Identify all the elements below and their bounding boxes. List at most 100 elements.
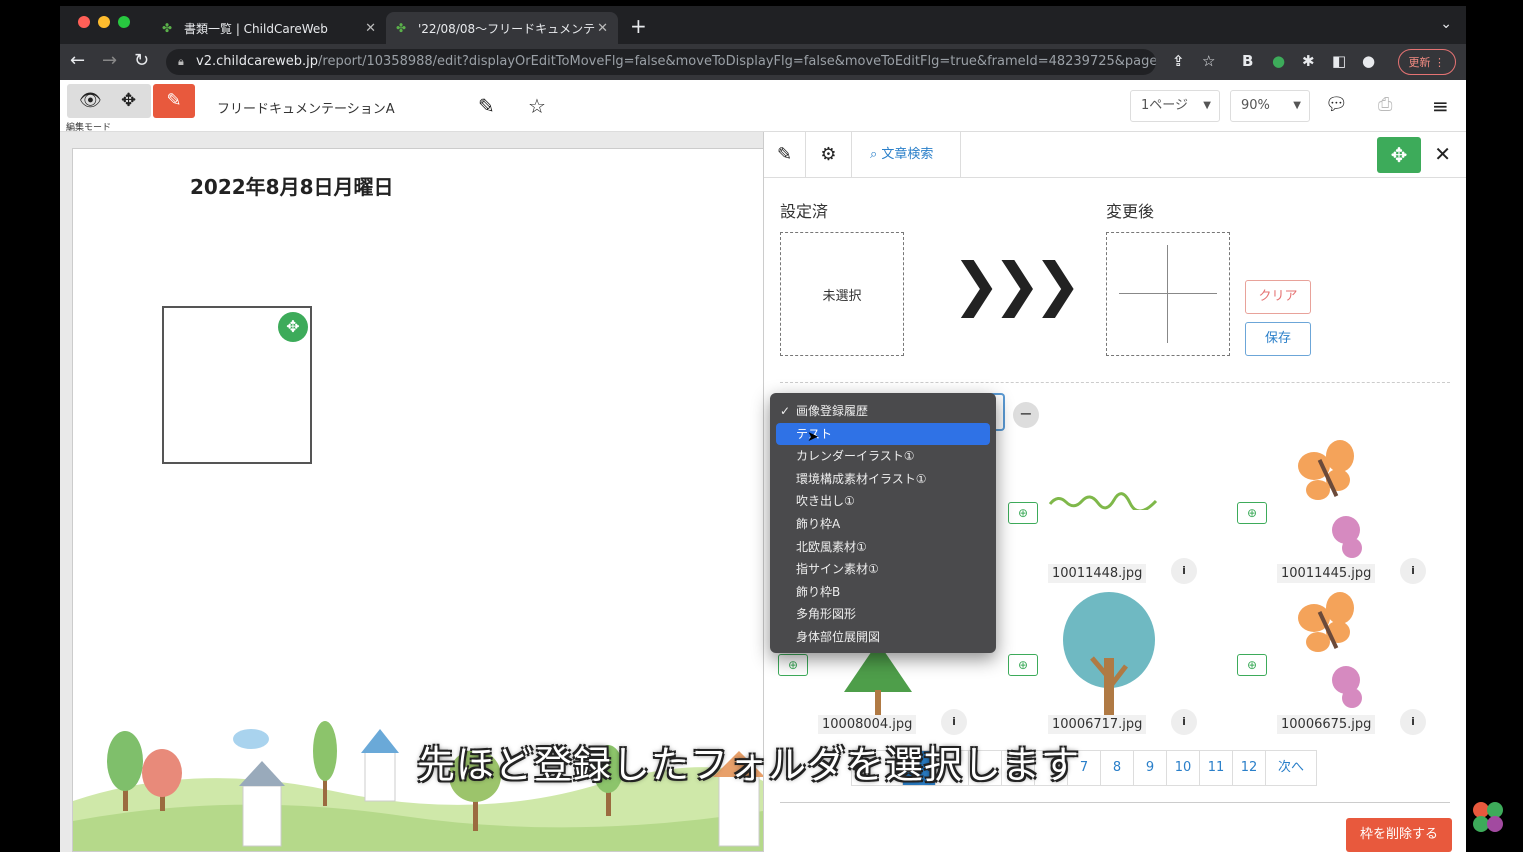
dropdown-option[interactable]: ✓ 画像登録履歴 [770,400,996,423]
add-image-icon[interactable]: ⊕ [1237,502,1267,524]
dropdown-option[interactable]: カレンダーイラスト① [770,445,996,468]
favorite-star-icon[interactable]: ☆ [528,94,546,118]
close-window-button[interactable] [78,16,90,28]
page-button-8[interactable]: 8 [1100,750,1134,786]
new-tab-button[interactable]: + [630,14,647,38]
butterfly-image[interactable] [1294,438,1384,568]
page-select[interactable]: 1ページ ▼ [1130,90,1220,122]
next-page-button[interactable]: 次へ [1265,750,1317,786]
delete-frame-button[interactable]: 枠を削除する [1346,818,1452,852]
image-filename: 10008004.jpg [818,715,917,734]
bookmark-star-icon[interactable]: ☆ [1202,52,1215,70]
app-toolbar: 👁︎ ✥ ✎ 編集モード フリードキュメンテーションA ✎ ☆ 1ページ ▼ 90… [60,80,1466,133]
close-tab-icon[interactable]: ✕ [597,21,608,36]
update-button[interactable]: 更新 ⋮ [1397,49,1456,75]
video-subtitle: 先ほど登録したフォルダを選択します [417,743,1081,787]
image-info-button[interactable]: i [941,709,967,735]
image-info-button[interactable]: i [1171,709,1197,735]
dropdown-option[interactable]: 身体部位展開図 [770,626,996,649]
image-info-button[interactable]: i [1400,709,1426,735]
dropdown-option[interactable]: 指サイン素材① [770,558,996,581]
edit-note-icon[interactable]: ✎ [764,132,806,178]
save-button[interactable]: 保存 [1245,322,1311,356]
close-tab-icon[interactable]: ✕ [365,21,376,36]
browser-tab-2[interactable]: ✤ '22/08/08〜フリードキュメンテ ✕ [386,12,618,44]
configured-label: 設定済 [780,202,829,221]
clover-logo-icon [1473,802,1503,832]
share-icon[interactable]: ⇪ [1172,52,1185,70]
back-arrow-icon[interactable]: ← [70,50,85,71]
settings-gear-icon[interactable]: ⚙ [806,132,852,178]
move-arrows-icon[interactable]: ✥ [121,90,136,111]
reload-icon[interactable]: ↻ [134,50,149,71]
extension-b-icon[interactable]: B [1242,52,1253,70]
image-info-button[interactable]: i [1171,558,1197,584]
extension-green-icon[interactable]: ● [1272,52,1285,70]
mouse-cursor-icon: ➤ [807,429,819,445]
comment-icon[interactable]: 💬︎ [1325,94,1348,115]
option-label: 画像登録履歴 [796,404,869,418]
collapse-minus-button[interactable]: − [1013,402,1039,428]
current-image-box: 未選択 [780,232,904,356]
minimize-window-button[interactable] [98,16,110,28]
text-search-button[interactable]: ⌕ 文章検索 [870,132,933,178]
image-info-button[interactable]: i [1400,558,1426,584]
tree-image[interactable] [1054,588,1164,716]
print-icon[interactable]: ⎙ [1378,94,1392,115]
pine-tree-image[interactable] [838,642,918,718]
dropdown-option[interactable]: 北欧風素材① [770,536,996,559]
search-icon: ⌕ [870,147,878,162]
add-image-icon[interactable]: ⊕ [778,654,808,676]
move-panel-button[interactable]: ✥ [1377,137,1421,173]
tab-list-chevron-icon[interactable]: ⌄ [1440,16,1452,32]
grass-border-image[interactable] [1048,492,1158,510]
url-field[interactable]: 🔒︎ v2.childcareweb.jp/report/10358988/ed… [166,49,1156,75]
rename-pencil-icon[interactable]: ✎ [478,94,495,118]
header-divider [960,132,961,178]
add-image-icon[interactable]: ⊕ [1237,654,1267,676]
update-label: 更新 [1408,56,1431,69]
page-button-12[interactable]: 12 [1232,750,1266,786]
image-frame[interactable]: ✥ [162,306,312,464]
page-button-10[interactable]: 10 [1166,750,1200,786]
butterfly-image[interactable] [1294,590,1384,716]
tab-title: 書類一覧 | ChildCareWeb [184,21,328,36]
page-button-9[interactable]: 9 [1133,750,1167,786]
zoom-select[interactable]: 90% ▼ [1230,90,1310,122]
profile-icon[interactable]: ● [1362,52,1375,70]
extensions-puzzle-icon[interactable]: ✱ [1302,52,1315,70]
arrow-chevrons-icon: ❯❯❯ [952,250,1082,318]
new-image-drop-box[interactable] [1106,232,1230,356]
view-eye-icon[interactable]: 👁︎ [79,90,102,111]
address-bar-row: ← → ↻ 🔒︎ v2.childcareweb.jp/report/10358… [60,44,1466,80]
page-button-11[interactable]: 11 [1199,750,1233,786]
forward-arrow-icon[interactable]: → [102,50,117,71]
image-filename: 10006717.jpg [1048,715,1147,734]
clover-icon: ✤ [396,21,407,35]
dropdown-option[interactable]: 環境構成素材イラスト① [770,468,996,491]
add-image-icon[interactable]: ⊕ [1008,502,1038,524]
add-image-icon[interactable]: ⊕ [1008,654,1038,676]
option-label: 飾り枠B [796,584,841,599]
browser-tab-bar: ✤ 書類一覧 | ChildCareWeb ✕ ✤ '22/08/08〜フリード… [60,6,1466,44]
edit-mode-pencil-button[interactable]: ✎ [153,84,195,118]
close-panel-icon[interactable]: ✕ [1434,142,1451,166]
option-label: 吹き出し① [796,494,855,509]
option-label: 多角形図形 [796,607,857,622]
dropdown-option[interactable]: 吹き出し① [770,490,996,513]
clear-button[interactable]: クリア [1245,280,1311,314]
page-select-value: 1ページ [1141,98,1189,113]
zoom-select-value: 90% [1241,98,1270,113]
sidebar-icon[interactable]: ◧ [1332,52,1346,70]
page-date-text[interactable]: 2022年8月8日月曜日 [190,171,394,200]
tab-title: '22/08/08〜フリードキュメンテ [417,21,596,36]
move-frame-icon[interactable]: ✥ [278,312,308,342]
dropdown-option[interactable]: 飾り枠A [770,513,996,536]
browser-tab-1[interactable]: ✤ 書類一覧 | ChildCareWeb ✕ [152,12,386,44]
dropdown-option[interactable]: 多角形図形 [770,603,996,626]
text-search-label: 文章検索 [881,147,934,162]
option-label: 身体部位展開図 [796,629,881,644]
zoom-window-button[interactable] [118,16,130,28]
menu-hamburger-icon[interactable]: ≡ [1432,94,1449,118]
dropdown-option[interactable]: 飾り枠B [770,581,996,604]
